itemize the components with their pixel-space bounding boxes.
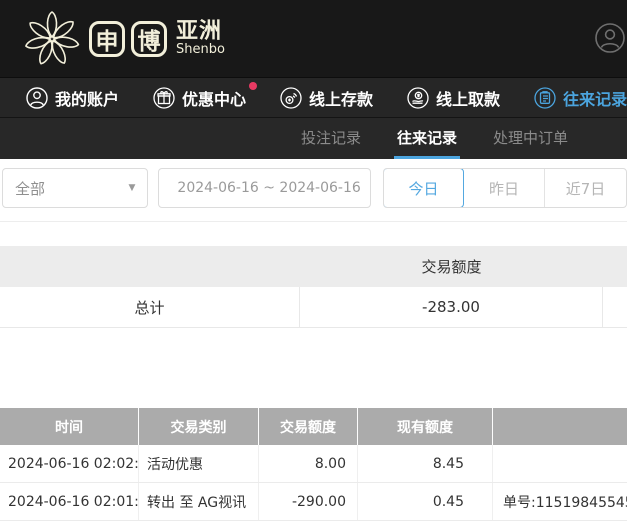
nav-item-withdraw[interactable]: 线上取款 — [407, 86, 500, 110]
summary-header-row: 交易额度 — [0, 246, 627, 287]
tab-betting-records[interactable]: 投注记录 — [298, 118, 364, 159]
cell-time: 2024-06-16 02:01:34 — [0, 483, 139, 520]
cell-balance: 0.45 — [358, 483, 493, 520]
notification-dot — [249, 81, 258, 90]
quick-range-yesterday[interactable]: 昨日 — [464, 169, 545, 207]
record-tabs: 投注记录 往来记录 处理中订单 — [0, 117, 627, 159]
date-range-input[interactable]: 2024-06-16 ~ 2024-06-16 — [158, 168, 371, 208]
summary-total-label: 总计 — [0, 287, 300, 327]
table-header-row: 时间 交易类别 交易额度 现有额度 — [0, 408, 627, 445]
filter-bar: 全部 ▼ 2024-06-16 ~ 2024-06-16 今日 昨日 近7日 — [0, 159, 627, 222]
nav-item-deposit[interactable]: 线上存款 — [280, 86, 373, 110]
cell-note — [493, 445, 627, 482]
table-row: 2024-06-16 02:01:34 转出 至 AG视讯 -290.00 0.… — [0, 483, 627, 521]
cell-type: 转出 至 AG视讯 — [139, 483, 259, 520]
cell-type: 活动优惠 — [139, 445, 259, 482]
spacer — [0, 328, 627, 408]
cell-time: 2024-06-16 02:02:45 — [0, 445, 139, 482]
type-select-value: 全部 — [15, 179, 46, 198]
user-icon — [26, 86, 48, 109]
col-header-time: 时间 — [0, 408, 139, 445]
quick-range-7days[interactable]: 近7日 — [545, 169, 626, 207]
quick-range-today[interactable]: 今日 — [384, 169, 464, 207]
cell-amount: 8.00 — [259, 445, 358, 482]
col-header-balance: 现有额度 — [358, 408, 493, 445]
tab-processing-orders[interactable]: 处理中订单 — [490, 118, 571, 159]
flower-logo-icon — [25, 10, 80, 65]
brand-region: 亚洲 — [176, 19, 223, 45]
summary-amount-header: 交易额度 — [421, 258, 482, 276]
page: 申 博 亚洲 Shenbo 我的账户 优惠中心 线上存款 线上取款 往来记录 投… — [0, 0, 627, 521]
spacer — [0, 222, 627, 246]
brand-logo[interactable]: 申 博 亚洲 Shenbo — [22, 9, 225, 69]
nav-item-records[interactable]: 往来记录 — [534, 86, 627, 110]
summary-total-value: -283.00 — [300, 287, 603, 327]
cell-note: 单号:115198455450 — [503, 494, 627, 511]
col-header-amount: 交易额度 — [259, 408, 358, 445]
cell-amount: -290.00 — [259, 483, 358, 520]
nav-label: 往来记录 — [563, 89, 627, 109]
quick-range-group: 今日 昨日 近7日 — [383, 168, 627, 208]
type-select[interactable]: 全部 ▼ — [2, 168, 149, 208]
col-header-note — [493, 408, 627, 445]
brand-char-1: 申 — [89, 20, 125, 57]
table-row: 2024-06-16 02:02:45 活动优惠 8.00 8.45 — [0, 445, 627, 483]
nav-label: 优惠中心 — [182, 89, 247, 109]
main-nav: 我的账户 优惠中心 线上存款 线上取款 往来记录 — [0, 78, 627, 117]
summary-total-row: 总计 -283.00 — [0, 287, 627, 328]
brand-char-2: 博 — [131, 20, 167, 57]
top-brand-bar: 申 博 亚洲 Shenbo — [0, 0, 627, 78]
nav-label: 线上存款 — [309, 89, 374, 109]
gift-icon — [153, 86, 175, 109]
nav-item-my-account[interactable]: 我的账户 — [26, 86, 119, 110]
nav-label: 我的账户 — [55, 89, 120, 109]
nav-item-promotions[interactable]: 优惠中心 — [153, 81, 258, 110]
deposit-icon — [280, 86, 302, 109]
date-range-value: 2024-06-16 ~ 2024-06-16 — [177, 180, 361, 196]
withdraw-icon — [407, 86, 429, 109]
chevron-down-icon: ▼ — [128, 183, 136, 193]
cell-balance: 8.45 — [358, 445, 493, 482]
col-header-type: 交易类别 — [139, 408, 259, 445]
brand-name-en: Shenbo — [176, 42, 225, 58]
records-icon — [534, 86, 556, 109]
nav-label: 线上取款 — [436, 89, 501, 109]
account-avatar-icon[interactable] — [594, 22, 626, 54]
tab-transaction-records[interactable]: 往来记录 — [393, 118, 460, 159]
